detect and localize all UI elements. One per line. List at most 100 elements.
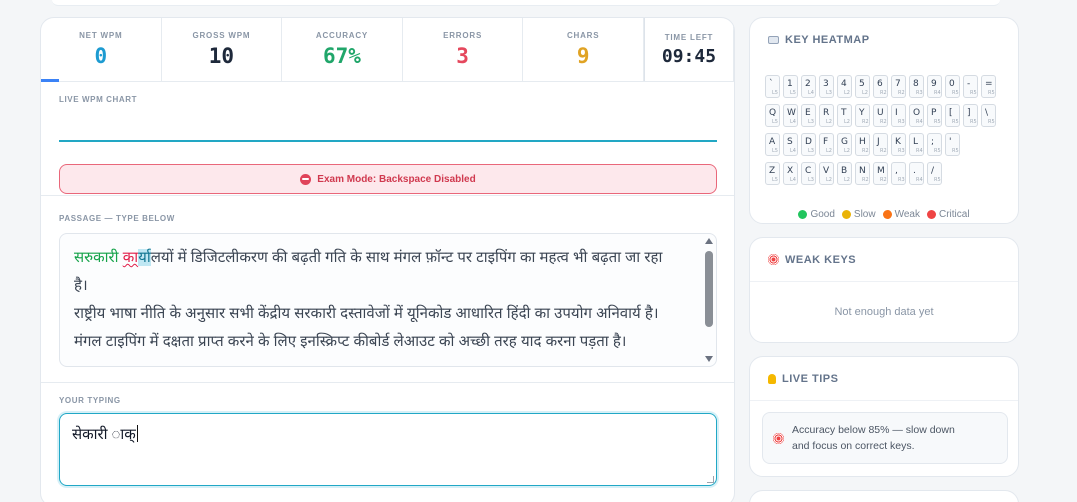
key-finger: R3 <box>916 90 923 96</box>
typing-section: YOUR TYPING सेकारी ाक् <box>41 383 734 502</box>
tip-item: Accuracy below 85% — slow down and focus … <box>762 412 1008 464</box>
weak-keys-header: WEAK KEYS <box>750 238 1018 282</box>
heatmap-key: ' R5 <box>945 133 960 156</box>
heatmap-key: G L2 <box>837 133 852 156</box>
key-label: U <box>877 108 884 118</box>
lightbulb-icon <box>768 373 776 384</box>
scroll-down-icon[interactable] <box>705 356 713 362</box>
heatmap-legend: Good Slow Weak Critical <box>750 209 1018 220</box>
legend-label: Slow <box>853 209 876 220</box>
scroll-thumb[interactable] <box>705 251 713 327</box>
key-finger: R2 <box>862 177 869 183</box>
remaining-text: ालयों में डिजिटलीकरण की बढ़ती गति के साथ… <box>150 249 663 266</box>
heatmap-key: [R5 <box>945 104 960 127</box>
heatmap-key: 2 L4 <box>801 75 816 98</box>
key-label: ` <box>769 79 774 89</box>
heatmap-key: I R3 <box>891 104 906 127</box>
heatmap-key: \ R5 <box>981 104 996 127</box>
key-label: 2 <box>805 79 811 89</box>
live-wpm-chart: LIVE WPM CHART Exam Mode: Backspace Disa… <box>41 82 734 196</box>
key-heatmap-card: KEY HEATMAP ` L5 1 L5 2 L4 3 L3 4 L2 5 L2 6 R2 7 R2 8 R3 9… <box>749 17 1019 224</box>
heatmap-key: ; R5 <box>927 133 942 156</box>
legend-dot <box>882 210 892 219</box>
heatmap-key: U R2 <box>873 104 888 127</box>
key-label: R <box>823 108 830 118</box>
key-label: N <box>859 166 866 176</box>
key-finger: R2 <box>880 148 887 154</box>
heatmap-key: C L3 <box>801 162 816 185</box>
key-label: \ <box>985 108 989 118</box>
stat-accuracy: ACCURACY 67% <box>282 18 403 81</box>
legend-label: Weak <box>894 209 920 220</box>
key-finger: L3 <box>808 119 814 125</box>
key-label: B <box>841 166 848 176</box>
stats-bar: NET WPM 0 GROSS WPM 10 ACCURACY 67% ERRO… <box>41 18 734 82</box>
legend-dot <box>798 210 808 219</box>
key-label: 4 <box>841 79 847 89</box>
resize-grip-icon[interactable] <box>707 476 714 483</box>
key-label: J <box>877 137 880 147</box>
heatmap-key: A L5 <box>765 133 780 156</box>
heatmap-key: P R5 <box>927 104 942 127</box>
top-bar-strip <box>52 0 1000 6</box>
weak-keys-empty: Not enough data yet <box>834 306 934 318</box>
live-tips-title: LIVE TIPS <box>782 372 839 385</box>
weak-keys-title: WEAK KEYS <box>785 253 857 266</box>
heatmap-key: N R2 <box>855 162 870 185</box>
typing-input[interactable]: सेकारी ाक् <box>59 413 717 486</box>
scroll-up-icon[interactable] <box>705 238 713 244</box>
passage-line: राष्ट्रीय भाषा नीति के अनुसार सभी केंद्र… <box>74 305 659 322</box>
stat-value: 9 <box>576 44 590 68</box>
key-label: = <box>985 79 993 89</box>
tip-text: Accuracy below 85% — slow down and focus … <box>792 422 955 454</box>
key-label: K <box>895 137 901 147</box>
key-label: ' <box>949 137 952 147</box>
passage-text: सरुकारी कार्यालयों में डिजिटलीकरण की बढ़… <box>74 244 692 356</box>
stat-time-left: TIME LEFT 09:45 <box>643 18 734 81</box>
key-label: G <box>841 137 848 147</box>
tip-line: and focus on correct keys. <box>792 440 915 452</box>
typing-label: YOUR TYPING <box>59 396 121 405</box>
key-label: 3 <box>823 79 829 89</box>
key-finger: R4 <box>934 90 941 96</box>
heatmap-key: 8 R3 <box>909 75 924 98</box>
tip-line: Accuracy below 85% — slow down <box>792 424 955 436</box>
heatmap-key: 5 L2 <box>855 75 870 98</box>
heatmap-key: O R4 <box>909 104 924 127</box>
key-finger: R5 <box>952 148 959 154</box>
passage-box[interactable]: सरुकारी कार्यालयों में डिजिटलीकरण की बढ़… <box>59 233 717 367</box>
stat-errors: ERRORS 3 <box>403 18 524 81</box>
key-finger: L2 <box>844 119 850 125</box>
key-label: E <box>805 108 811 118</box>
key-label: 6 <box>877 79 883 89</box>
key-finger: R5 <box>952 119 959 125</box>
key-label: L <box>913 137 919 147</box>
heatmap-key: T L2 <box>837 104 852 127</box>
heatmap-key: 3 L3 <box>819 75 834 98</box>
typed-correct: कारी <box>93 249 123 266</box>
exam-mode-text: Exam Mode: Backspace Disabled <box>317 173 476 185</box>
stat-value: 3 <box>456 44 469 68</box>
key-finger: L3 <box>808 148 814 154</box>
typed-correct: सर <box>74 249 94 266</box>
key-label: D <box>805 137 812 147</box>
key-finger: R2 <box>880 90 887 96</box>
key-finger: R5 <box>934 148 941 154</box>
passage-line: सरुकारी कार्यालयों में डिजिटलीकरण की बढ़… <box>74 244 692 272</box>
passage-scrollbar[interactable] <box>702 234 716 366</box>
key-finger: R5 <box>952 90 959 96</box>
heatmap-key: ] R5 <box>963 104 978 127</box>
weak-keys-card: WEAK KEYS Not enough data yet <box>749 237 1019 343</box>
ban-icon <box>300 173 312 185</box>
live-tips-header: LIVE TIPS <box>750 357 1018 401</box>
key-finger: R5 <box>934 119 941 125</box>
key-finger: L5 <box>772 148 778 154</box>
key-finger: L3 <box>826 90 832 96</box>
key-label: P <box>931 108 937 118</box>
keyboard-row: Z L5 X L4 C L3 V L2 B L2 N R2 M R2, R3. R4/R5 <box>765 162 1005 185</box>
key-label: S <box>787 137 793 147</box>
heatmap-key: E L3 <box>801 104 816 127</box>
chart-label: LIVE WPM CHART <box>59 95 138 104</box>
legend-label: Critical <box>938 209 970 220</box>
key-finger: L2 <box>844 177 850 183</box>
